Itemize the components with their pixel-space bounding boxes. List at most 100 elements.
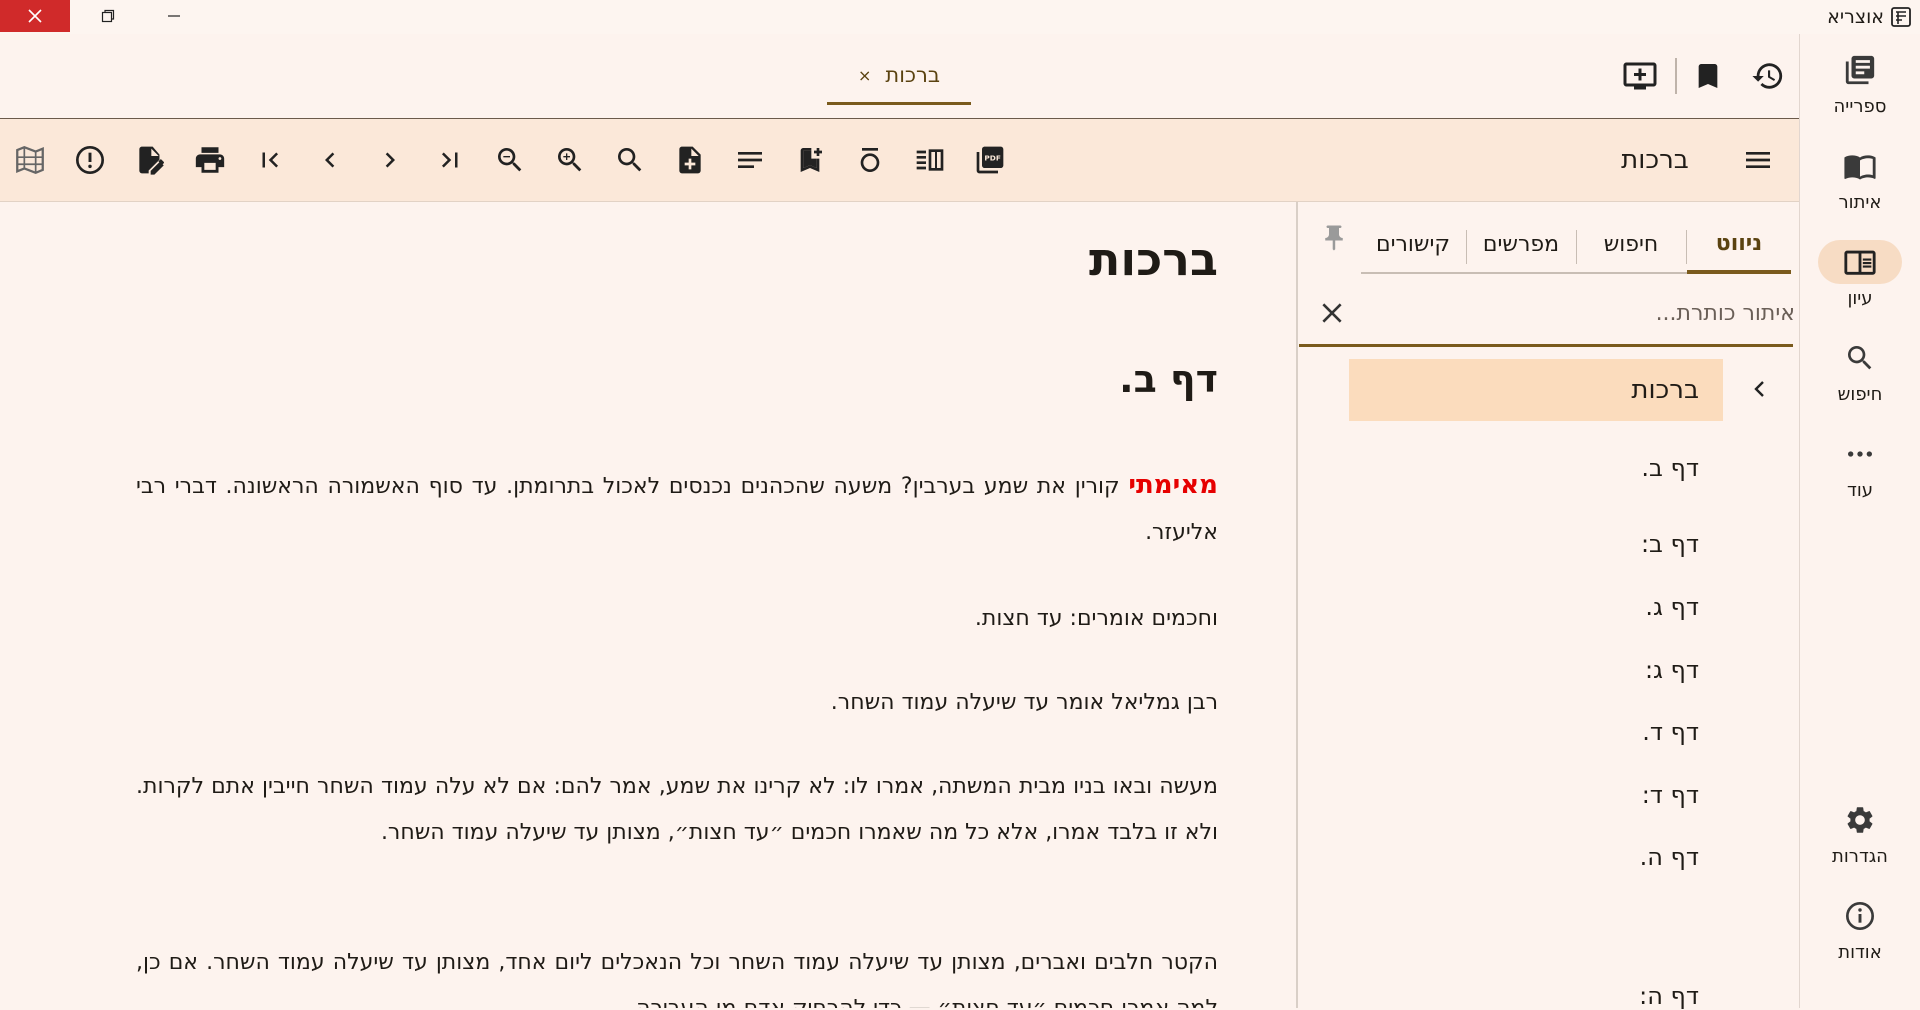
toc-item[interactable]: דף ב. bbox=[1399, 454, 1699, 482]
add-workspace-button[interactable] bbox=[1620, 56, 1660, 96]
title-search-input[interactable] bbox=[1363, 294, 1797, 332]
tab-links-label: קישורים bbox=[1375, 231, 1451, 257]
paragraph: רבן גמליאל אומר עד שיעלה עמוד השחר. bbox=[136, 680, 1218, 726]
pdf-button[interactable]: PDF bbox=[970, 140, 1010, 180]
pdf-icon: PDF bbox=[976, 146, 1004, 174]
search-icon bbox=[1848, 346, 1872, 370]
previous-button[interactable] bbox=[310, 140, 350, 180]
report-error-button[interactable] bbox=[70, 140, 110, 180]
tab-search[interactable]: חיפוש bbox=[1577, 216, 1685, 272]
shas-map-icon bbox=[16, 146, 44, 174]
more-icon bbox=[1848, 451, 1872, 457]
app-book-icon bbox=[1891, 7, 1911, 27]
text-align-icon bbox=[738, 152, 762, 168]
tab-label: ברכות bbox=[885, 63, 941, 87]
window-restore-button[interactable] bbox=[80, 0, 136, 32]
tab-navigation[interactable]: ניווט bbox=[1687, 216, 1791, 274]
nav-more-label: עוד bbox=[1847, 480, 1873, 501]
svg-text:PDF: PDF bbox=[984, 154, 1000, 163]
pin-button[interactable] bbox=[1317, 218, 1351, 258]
add-note-button[interactable] bbox=[670, 140, 710, 180]
toc-expand-button[interactable] bbox=[1745, 374, 1775, 404]
info-icon bbox=[1846, 902, 1874, 930]
toc-item[interactable]: דף ג: bbox=[1399, 656, 1699, 684]
previous-icon bbox=[325, 152, 335, 168]
tab-navigation-label: ניווט bbox=[1715, 230, 1763, 256]
toc-item[interactable]: דף ג. bbox=[1399, 593, 1699, 621]
nav-reading[interactable]: עיון bbox=[1800, 240, 1920, 309]
tab-links[interactable]: קישורים bbox=[1361, 216, 1465, 272]
bookmarks-button[interactable] bbox=[1688, 56, 1728, 96]
tab-search-label: חיפוש bbox=[1603, 231, 1659, 257]
tab-berakhot[interactable]: × ברכות bbox=[827, 48, 971, 105]
window-close-button[interactable] bbox=[0, 0, 70, 32]
nav-settings-label: הגדרות bbox=[1832, 846, 1888, 867]
title-bar: אוצריא bbox=[0, 0, 1920, 34]
clear-search-button[interactable] bbox=[1315, 296, 1349, 330]
toc-item[interactable]: דף ב: bbox=[1399, 530, 1699, 558]
navigation-panel: קישורים מפרשים חיפוש ניווט ברכות דף ב. ד… bbox=[1299, 202, 1799, 1010]
topbar-separator bbox=[1675, 58, 1677, 94]
toc-root-item[interactable]: ברכות bbox=[1349, 359, 1723, 421]
next-button[interactable] bbox=[370, 140, 410, 180]
split-view-icon bbox=[916, 149, 944, 171]
nav-about[interactable]: אודות bbox=[1800, 894, 1920, 963]
clear-icon bbox=[1322, 303, 1342, 323]
history-icon bbox=[1752, 63, 1783, 89]
nav-settings[interactable]: הגדרות bbox=[1800, 798, 1920, 867]
settings-icon bbox=[1847, 807, 1873, 833]
zoom-in-button[interactable] bbox=[550, 140, 590, 180]
tab-close-button[interactable]: × bbox=[858, 66, 871, 85]
nav-find-book[interactable]: איתור bbox=[1800, 144, 1920, 213]
nav-more[interactable]: עוד bbox=[1800, 432, 1920, 501]
text-viewer[interactable]: ברכות דף ב. מאימתי קורין את שמע בערבין? … bbox=[0, 202, 1296, 1008]
edit-button[interactable] bbox=[130, 140, 170, 180]
paragraph-lead: מאימתי bbox=[1128, 470, 1218, 500]
nav-search-label: חיפוש bbox=[1837, 384, 1883, 405]
nav-library[interactable]: ספרייה bbox=[1800, 48, 1920, 117]
print-button[interactable] bbox=[190, 140, 230, 180]
reading-icon bbox=[1844, 250, 1876, 275]
panel-divider[interactable] bbox=[1296, 202, 1298, 1008]
nav-rail: ספרייה איתור עיון חיפוש עוד הגדרות אודות bbox=[1799, 34, 1920, 1008]
toc-item[interactable]: דף ה: bbox=[1399, 982, 1699, 1010]
report-error-icon bbox=[76, 146, 104, 174]
toc-root-label: ברכות bbox=[1631, 375, 1699, 405]
paragraph-text: קורין את שמע בערבין? משעה שהכהנים נכנסים… bbox=[136, 474, 1218, 545]
tab-bar: × ברכות bbox=[0, 34, 1799, 119]
find-in-page-button[interactable] bbox=[610, 140, 650, 180]
toc-item[interactable]: דף ה. bbox=[1399, 843, 1699, 871]
window-minimize-button[interactable] bbox=[146, 0, 202, 32]
nav-reading-label: עיון bbox=[1847, 288, 1873, 309]
add-bookmark-button[interactable] bbox=[790, 140, 830, 180]
menu-button[interactable] bbox=[1738, 140, 1778, 180]
pin-icon bbox=[1325, 225, 1343, 251]
nikud-button[interactable] bbox=[850, 140, 890, 180]
first-page-button[interactable] bbox=[250, 140, 290, 180]
last-page-button[interactable] bbox=[430, 140, 470, 180]
paragraph: מאימתי קורין את שמע בערבין? משעה שהכהנים… bbox=[136, 462, 1218, 556]
panel-tabs: קישורים מפרשים חיפוש ניווט bbox=[1361, 216, 1791, 274]
add-bookmark-icon bbox=[800, 148, 822, 172]
zoom-out-button[interactable] bbox=[490, 140, 530, 180]
toc-item[interactable]: דף ד. bbox=[1399, 718, 1699, 746]
text-align-button[interactable] bbox=[730, 140, 770, 180]
daf-heading: דף ב. bbox=[1119, 357, 1218, 401]
tab-commentaries[interactable]: מפרשים bbox=[1467, 216, 1575, 272]
nikud-icon bbox=[860, 148, 880, 172]
toc-item[interactable]: דף ד: bbox=[1399, 781, 1699, 809]
split-view-button[interactable] bbox=[910, 140, 950, 180]
shas-map-button[interactable] bbox=[10, 140, 50, 180]
title-search-row bbox=[1299, 282, 1797, 347]
history-button[interactable] bbox=[1748, 56, 1788, 96]
find-book-icon bbox=[1844, 155, 1876, 180]
edit-icon bbox=[139, 146, 165, 175]
find-in-page-icon bbox=[618, 148, 642, 172]
paragraph-text: הקטר חלבים ואברים, מצותן עד שיעלה עמוד ה… bbox=[136, 950, 1218, 1008]
first-page-icon bbox=[262, 152, 279, 168]
add-workspace-icon bbox=[1623, 62, 1657, 90]
nav-about-label: אודות bbox=[1838, 942, 1882, 963]
paragraph-text: וחכמים אומרים: עד חצות. bbox=[974, 606, 1218, 631]
nav-search[interactable]: חיפוש bbox=[1800, 336, 1920, 405]
print-icon bbox=[195, 147, 225, 173]
